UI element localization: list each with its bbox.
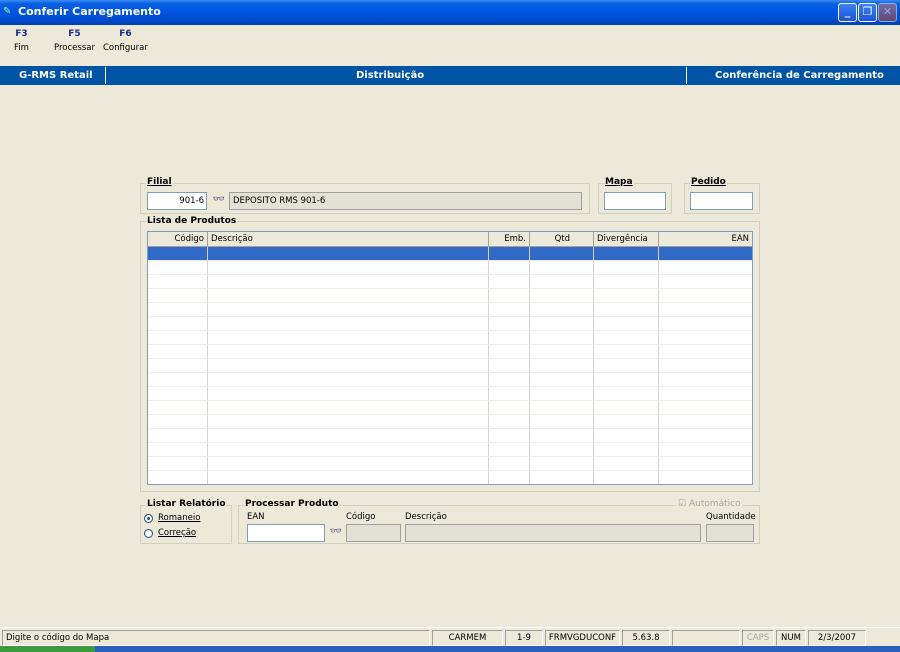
mapa-input[interactable] bbox=[604, 192, 666, 210]
column-header-codigo[interactable]: Código bbox=[148, 232, 208, 247]
grid-row-line bbox=[148, 456, 752, 457]
column-header-qtd[interactable]: Qtd bbox=[530, 232, 594, 247]
module-header: G-RMS Retail Distribuição Conferência de… bbox=[0, 66, 900, 85]
binoculars-search-icon[interactable]: 👓 bbox=[210, 192, 228, 209]
column-header-descricao[interactable]: Descrição bbox=[208, 232, 489, 247]
pedido-label: Pedido bbox=[690, 177, 727, 187]
grid-row-line bbox=[148, 330, 752, 331]
checkbox-checked-icon: ☑ bbox=[678, 499, 687, 509]
grid-row-line bbox=[148, 386, 752, 387]
mapa-label: Mapa bbox=[604, 177, 634, 187]
grid-line bbox=[207, 247, 208, 484]
quantidade-label: Quantidade bbox=[706, 512, 756, 522]
codigo-label: Código bbox=[346, 512, 376, 522]
status-bar: Digite o código do Mapa CARMEM 1-9 FRMVG… bbox=[0, 627, 900, 646]
grid-header: Código Descrição Emb. Qtd Divergência EA… bbox=[148, 232, 752, 247]
fkey-fim-button[interactable]: F3 Fim bbox=[14, 29, 29, 53]
produtos-grid[interactable]: Código Descrição Emb. Qtd Divergência EA… bbox=[147, 231, 753, 485]
fkey-processar-button[interactable]: F5 Processar bbox=[54, 29, 95, 53]
divider bbox=[105, 67, 106, 84]
status-form: FRMVGDUCONF bbox=[545, 630, 620, 646]
status-caps: CAPS bbox=[742, 630, 774, 646]
grid-row-line bbox=[148, 372, 752, 373]
pedido-input[interactable] bbox=[690, 192, 753, 210]
correcao-radio[interactable] bbox=[144, 529, 153, 538]
module-name: Distribuição bbox=[356, 70, 425, 81]
status-version: 5.63.8 bbox=[622, 630, 670, 646]
grid-row-line bbox=[148, 316, 752, 317]
grid-row-line bbox=[148, 274, 752, 275]
binoculars-search-icon[interactable]: 👓 bbox=[327, 524, 345, 541]
status-user: CARMEM bbox=[432, 630, 503, 646]
fkey-key: F5 bbox=[68, 29, 81, 39]
grid-row-line bbox=[148, 260, 752, 261]
ean-label: EAN bbox=[247, 512, 265, 522]
grid-line bbox=[529, 247, 530, 484]
grid-row-line bbox=[148, 414, 752, 415]
status-num: NUM bbox=[776, 630, 806, 646]
relatorio-label: Listar Relatório bbox=[146, 499, 227, 509]
romaneio-label: Romaneio bbox=[158, 513, 201, 523]
start-button-strip bbox=[0, 646, 95, 652]
correcao-label: Correção bbox=[158, 528, 197, 538]
produtos-label: Lista de Produtos bbox=[146, 216, 238, 226]
title-bar: ✎ Conferir Carregamento _ ❐ ✕ bbox=[0, 0, 900, 25]
fkey-configurar-button[interactable]: F6 Configurar bbox=[103, 29, 148, 53]
grid-row-line bbox=[148, 470, 752, 471]
grid-row-line bbox=[148, 400, 752, 401]
close-button[interactable]: ✕ bbox=[878, 3, 897, 22]
quantidade-field bbox=[706, 524, 754, 542]
column-header-divergencia[interactable]: Divergência bbox=[594, 232, 659, 247]
filial-code-input[interactable]: 901-6 bbox=[147, 192, 207, 210]
filial-description-field: DEPOSITO RMS 901-6 bbox=[229, 192, 582, 210]
taskbar-strip bbox=[0, 646, 900, 652]
processar-label: Processar Produto bbox=[244, 499, 340, 509]
minimize-button[interactable]: _ bbox=[838, 3, 857, 22]
ean-input[interactable] bbox=[247, 524, 325, 542]
filial-label: Filial bbox=[146, 177, 173, 187]
fkey-key: F3 bbox=[15, 29, 28, 39]
window-title: Conferir Carregamento bbox=[18, 5, 161, 18]
grid-line bbox=[658, 247, 659, 484]
grid-row-line bbox=[148, 344, 752, 345]
status-date: 2/3/2007 bbox=[808, 630, 866, 646]
screen-name: Conferência de Carregamento bbox=[715, 70, 884, 81]
grid-line bbox=[488, 247, 489, 484]
grid-row-line bbox=[148, 428, 752, 429]
status-filial: 1-9 bbox=[505, 630, 543, 646]
automatico-checkbox[interactable]: ☑ Automático bbox=[676, 499, 743, 509]
descricao-field bbox=[405, 524, 701, 542]
descricao-label: Descrição bbox=[405, 512, 447, 522]
column-header-emb[interactable]: Emb. bbox=[489, 232, 530, 247]
codigo-field bbox=[346, 524, 401, 542]
restore-button[interactable]: ❐ bbox=[858, 3, 877, 22]
grid-row-line bbox=[148, 288, 752, 289]
selected-row[interactable] bbox=[148, 247, 752, 260]
grid-row-line bbox=[148, 302, 752, 303]
system-name: G-RMS Retail bbox=[19, 70, 93, 81]
relatorio-group bbox=[140, 505, 232, 544]
column-header-ean[interactable]: EAN bbox=[659, 232, 752, 247]
fkey-label: Processar bbox=[54, 43, 95, 53]
app-icon: ✎ bbox=[3, 6, 12, 17]
automatico-label: Automático bbox=[688, 499, 741, 509]
grid-row-line bbox=[148, 358, 752, 359]
romaneio-radio[interactable] bbox=[144, 514, 153, 523]
grid-line bbox=[593, 247, 594, 484]
fkey-label: Configurar bbox=[103, 43, 148, 53]
status-empty bbox=[672, 630, 740, 646]
fkey-key: F6 bbox=[119, 29, 132, 39]
status-message: Digite o código do Mapa bbox=[2, 630, 430, 646]
divider bbox=[686, 67, 687, 84]
fkey-label: Fim bbox=[14, 43, 29, 53]
grid-row-line bbox=[148, 442, 752, 443]
